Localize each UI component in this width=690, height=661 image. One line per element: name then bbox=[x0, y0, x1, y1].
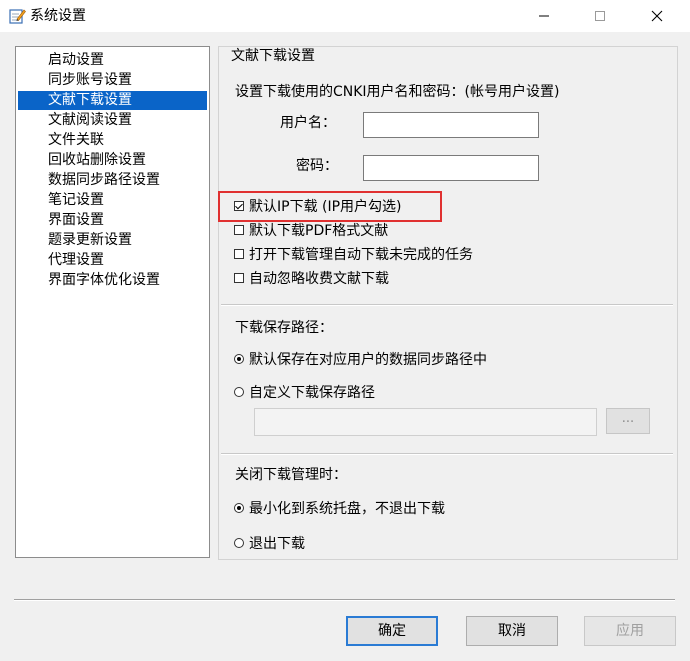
radio-minimize-tray-dot[interactable] bbox=[234, 503, 244, 513]
custom-path-input[interactable] bbox=[254, 408, 597, 436]
radio-exit-download[interactable]: 退出下载 bbox=[234, 533, 305, 553]
nav-item-recycle-bin[interactable]: 回收站删除设置 bbox=[18, 151, 207, 170]
nav-item-sync-path[interactable]: 数据同步路径设置 bbox=[18, 171, 207, 190]
maximize-icon bbox=[595, 11, 605, 21]
maximize-button[interactable] bbox=[577, 0, 623, 32]
nav-item-reading-settings[interactable]: 文献阅读设置 bbox=[18, 111, 207, 130]
radio-label: 默认保存在对应用户的数据同步路径中 bbox=[249, 352, 487, 368]
cancel-button[interactable]: 取消 bbox=[466, 616, 558, 646]
option-pdf-format[interactable]: 默认下载PDF格式文献 bbox=[234, 220, 388, 240]
nav-item-sync-account[interactable]: 同步账号设置 bbox=[18, 71, 207, 90]
radio-label: 最小化到系统托盘，不退出下载 bbox=[249, 501, 445, 517]
option-skip-paid[interactable]: 自动忽略收费文献下载 bbox=[234, 268, 389, 288]
option-ip-download[interactable]: 默认IP下载 (IP用户勾选) bbox=[234, 196, 402, 216]
account-prompt: 设置下载使用的CNKI用户名和密码：(帐号用户设置) bbox=[235, 84, 560, 100]
nav-item-file-association[interactable]: 文件关联 bbox=[18, 131, 207, 150]
close-button[interactable] bbox=[634, 0, 680, 32]
password-input[interactable] bbox=[363, 155, 539, 181]
divider bbox=[221, 304, 673, 306]
minimize-icon bbox=[539, 15, 549, 17]
radio-default-path-dot[interactable] bbox=[234, 354, 244, 364]
username-label: 用户名： bbox=[280, 115, 336, 131]
radio-label: 自定义下载保存路径 bbox=[249, 385, 375, 401]
notepad-pencil-icon bbox=[8, 7, 26, 25]
password-label: 密码： bbox=[296, 158, 338, 174]
radio-minimize-tray[interactable]: 最小化到系统托盘，不退出下载 bbox=[234, 498, 445, 518]
ok-button[interactable]: 确定 bbox=[346, 616, 438, 646]
option-label: 默认IP下载 (IP用户勾选) bbox=[249, 199, 402, 215]
radio-custom-path[interactable]: 自定义下载保存路径 bbox=[234, 382, 375, 402]
option-label: 打开下载管理自动下载未完成的任务 bbox=[249, 247, 473, 263]
option-auto-resume[interactable]: 打开下载管理自动下载未完成的任务 bbox=[234, 244, 473, 264]
nav-item-startup[interactable]: 启动设置 bbox=[18, 51, 207, 70]
checkbox-skip-paid[interactable] bbox=[234, 273, 244, 283]
checkbox-ip-download[interactable] bbox=[234, 201, 244, 211]
panel-title: 文献下载设置 bbox=[229, 47, 317, 65]
settings-nav-list[interactable]: 启动设置 同步账号设置 文献下载设置 文献阅读设置 文件关联 回收站删除设置 数… bbox=[15, 46, 210, 558]
close-behavior-label: 关闭下载管理时： bbox=[235, 467, 347, 483]
browse-button[interactable]: ... bbox=[606, 408, 650, 434]
radio-exit-download-dot[interactable] bbox=[234, 538, 244, 548]
apply-button[interactable]: 应用 bbox=[584, 616, 676, 646]
nav-item-interface[interactable]: 界面设置 bbox=[18, 211, 207, 230]
window-title: 系统设置 bbox=[30, 8, 86, 24]
checkbox-pdf-format[interactable] bbox=[234, 225, 244, 235]
nav-item-font-optimization[interactable]: 界面字体优化设置 bbox=[18, 271, 207, 290]
nav-item-record-update[interactable]: 题录更新设置 bbox=[18, 231, 207, 250]
nav-item-proxy[interactable]: 代理设置 bbox=[18, 251, 207, 270]
nav-item-notes[interactable]: 笔记设置 bbox=[18, 191, 207, 210]
option-label: 自动忽略收费文献下载 bbox=[249, 271, 389, 287]
radio-label: 退出下载 bbox=[249, 536, 305, 552]
nav-item-download-settings[interactable]: 文献下载设置 bbox=[18, 91, 207, 110]
minimize-button[interactable] bbox=[521, 0, 567, 32]
checkbox-auto-resume[interactable] bbox=[234, 249, 244, 259]
divider bbox=[221, 453, 673, 455]
radio-default-path[interactable]: 默认保存在对应用户的数据同步路径中 bbox=[234, 349, 487, 369]
footer-divider bbox=[14, 599, 675, 601]
save-path-label: 下载保存路径： bbox=[235, 320, 333, 336]
radio-custom-path-dot[interactable] bbox=[234, 387, 244, 397]
option-label: 默认下载PDF格式文献 bbox=[249, 223, 389, 239]
title-bar: 系统设置 bbox=[0, 0, 690, 32]
username-input[interactable] bbox=[363, 112, 539, 138]
close-icon bbox=[651, 10, 663, 22]
